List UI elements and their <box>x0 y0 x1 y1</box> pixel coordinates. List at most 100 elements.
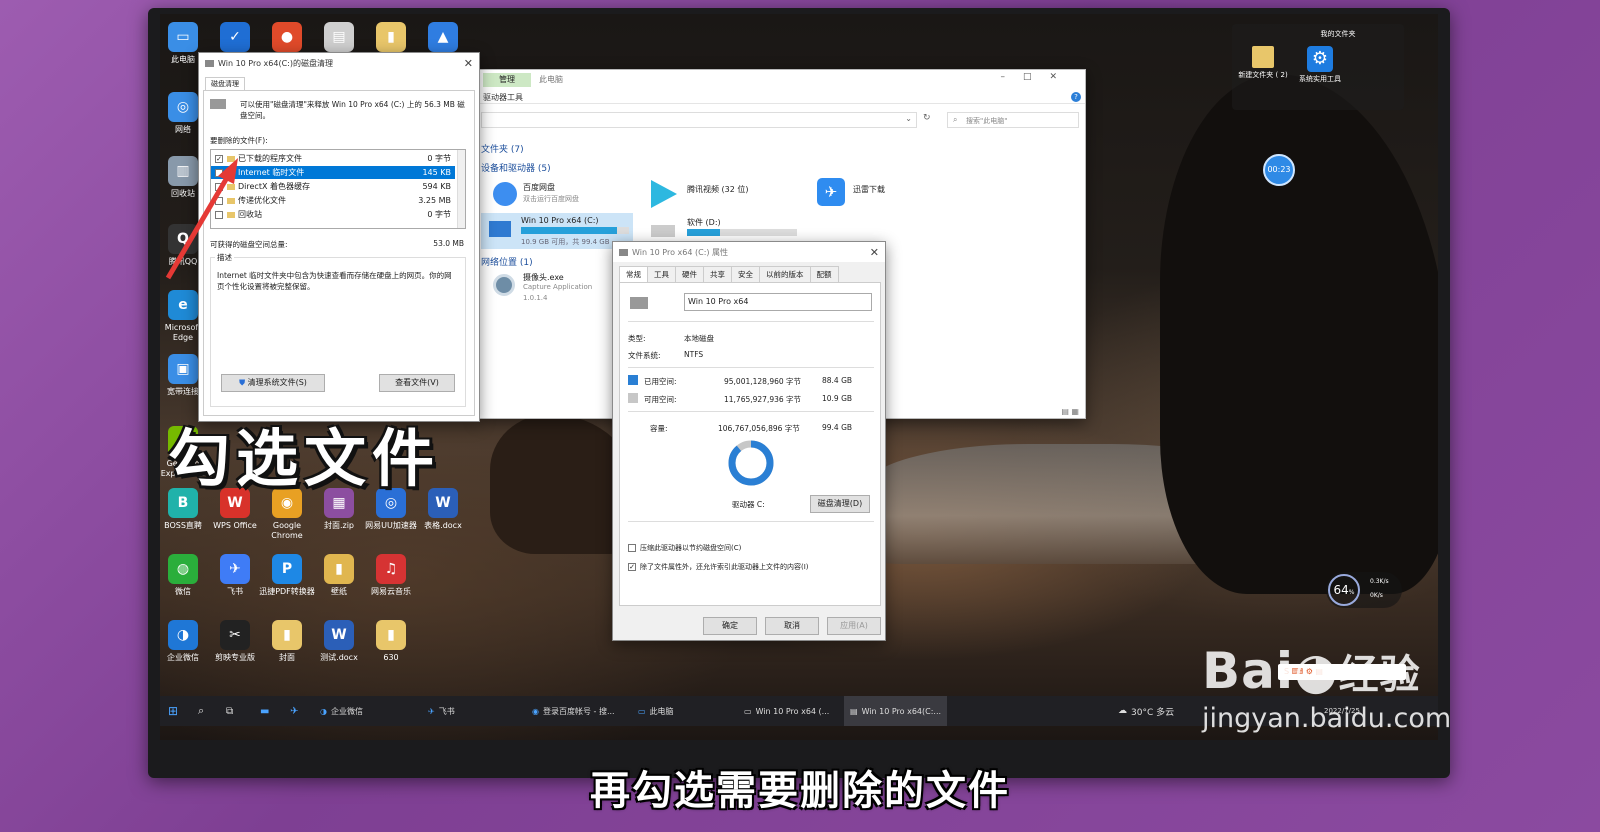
taskbar-item[interactable]: ◑ 企业微信 <box>320 696 363 726</box>
drive-name: 软件 (D:) <box>687 218 721 227</box>
desktop-icon-label: 壁纸 <box>331 587 347 596</box>
taskbar-item[interactable]: ✈ 飞书 <box>428 696 455 726</box>
index-checkbox[interactable]: ✓ <box>628 563 636 571</box>
tab-3[interactable]: 共享 <box>703 266 732 282</box>
desktop-icon[interactable]: ✓ <box>206 22 264 55</box>
help-icon[interactable]: ? <box>1071 92 1081 102</box>
chevron-down-icon[interactable]: ⌄ <box>905 114 912 123</box>
usage-donut-chart <box>728 440 774 486</box>
props-tabs: 常规 工具 硬件 共享 安全 以前的版本 配额 <box>619 266 839 282</box>
used-swatch <box>628 375 638 385</box>
cancel-button[interactable]: 取消 <box>765 617 819 635</box>
network-item-version: 1.0.1.4 <box>523 294 548 302</box>
desktop-icon[interactable]: ✂ 剪映专业版 <box>206 620 264 663</box>
taskbar-item[interactable]: ▭ 此电脑 <box>638 696 674 726</box>
tab-disk-cleanup[interactable]: 磁盘清理 <box>205 77 245 90</box>
disk-cleanup-button[interactable]: 磁盘清理(D) <box>810 495 870 513</box>
windows-start-icon[interactable]: ⊞ <box>168 696 178 726</box>
ribbon-drive-tools[interactable]: 驱动器工具 <box>483 92 523 103</box>
drive-name-input[interactable]: Win 10 Pro x64 <box>684 293 872 311</box>
desktop-icon[interactable]: ♫ 网易云音乐 <box>362 554 420 597</box>
list-scrollbar[interactable] <box>457 150 465 228</box>
desktop-icon[interactable]: ✈ 飞书 <box>206 554 264 597</box>
tab-2[interactable]: 硬件 <box>675 266 704 282</box>
taskbar-item[interactable]: ◉ 登录百度帐号 - 搜... <box>532 696 615 726</box>
desktop-icon[interactable]: ▤ <box>310 22 368 55</box>
search-icon[interactable]: ⌕ <box>198 696 204 726</box>
mail-icon[interactable]: ▬ <box>260 696 269 726</box>
search-input[interactable]: ⌕ 搜索"此电脑" <box>947 112 1079 128</box>
used-gb: 88.4 GB <box>822 376 853 385</box>
compress-checkbox[interactable] <box>628 544 636 552</box>
desktop-icon[interactable]: P 迅捷PDF转换器 <box>258 554 316 597</box>
weather-label: 30°C 多云 <box>1131 707 1175 718</box>
camera-icon <box>493 274 515 296</box>
desktop-screen: ▭ 此电脑 ◎ 网络 ▥ 回收站 Q 腾讯QQ e Microsoft Edge ▣ 宽带连接 G GeF… <box>160 14 1438 740</box>
file-size: 594 KB <box>422 182 451 191</box>
task-view-icon[interactable]: ⧉ <box>226 696 233 726</box>
device-baidu[interactable]: 百度网盘 双击运行百度网盘 <box>493 180 643 210</box>
app-icon: ◍ <box>168 554 198 584</box>
desktop-icon[interactable]: ▮ 630 <box>362 620 420 663</box>
desktop-icon-label: 网易UU加速器 <box>365 521 417 530</box>
desktop-icon[interactable]: ▮ <box>362 22 420 55</box>
tab-5[interactable]: 以前的版本 <box>759 266 811 282</box>
drive-c-item[interactable]: Win 10 Pro x64 (C:) 10.9 GB 可用，共 99.4 GB <box>481 213 633 249</box>
system-tools-label: 系统实用工具 <box>1299 75 1341 83</box>
desktop-icon[interactable]: W 测试.docx <box>310 620 368 663</box>
section-devices[interactable]: 设备和驱动器 (5) <box>481 161 551 174</box>
recording-timer: 00:23 <box>1263 154 1295 186</box>
index-option[interactable]: ✓ 除了文件属性外，还允许索引此驱动器上文件的内容(I) <box>628 562 809 572</box>
taskbar-item-active[interactable]: ▤ Win 10 Pro x64(C:... <box>844 696 948 726</box>
close-icon[interactable]: ✕ <box>464 57 473 70</box>
section-network[interactable]: 网络位置 (1) <box>481 255 533 268</box>
taskbar-item[interactable]: ▭ Win 10 Pro x64 (... <box>744 696 829 726</box>
divider <box>628 521 874 522</box>
desktop-icon[interactable]: ▲ <box>414 22 472 55</box>
app-icon: ▣ <box>168 354 198 384</box>
system-tools-item[interactable]: ⚙ 系统实用工具 <box>1292 46 1348 84</box>
used-bytes: 95,001,128,960 字节 <box>724 377 802 386</box>
ok-button[interactable]: 确定 <box>703 617 757 635</box>
divider <box>628 367 874 368</box>
device-sub: 双击运行百度网盘 <box>523 195 579 203</box>
refresh-icon[interactable]: ↻ <box>923 113 931 123</box>
red-arrow-annotation <box>165 158 238 280</box>
app-icon: ◎ <box>168 92 198 122</box>
wallpaper-rock <box>1160 74 1438 594</box>
app-icon: ▭ <box>168 22 198 52</box>
computer-icon: ▭ <box>638 706 646 716</box>
taskbar-item-label: 登录百度帐号 - 搜... <box>542 706 615 716</box>
tab-1[interactable]: 工具 <box>647 266 676 282</box>
desktop-icon[interactable]: ● <box>258 22 316 55</box>
close-icon[interactable]: ✕ <box>870 246 879 259</box>
desktop-icon[interactable]: ▮ 壁纸 <box>310 554 368 597</box>
apply-button[interactable]: 应用(A) <box>827 617 881 635</box>
compress-option[interactable]: 压缩此驱动器以节约磁盘空间(C) <box>628 543 741 553</box>
desktop-icon[interactable]: ◍ 微信 <box>160 554 212 597</box>
weather[interactable]: ☁ 30°C 多云 <box>1118 696 1174 726</box>
device-tencent-video[interactable]: 腾讯视频 (32 位) <box>651 180 801 210</box>
tencent-video-icon <box>651 180 677 208</box>
tab-4[interactable]: 安全 <box>731 266 760 282</box>
desktop-icon[interactable]: ◑ 企业微信 <box>160 620 212 663</box>
tab-0[interactable]: 常规 <box>619 266 648 282</box>
tab-6[interactable]: 配额 <box>809 266 839 282</box>
feishu-pinned-icon[interactable]: ✈ <box>290 696 298 726</box>
file-size: 145 KB <box>422 168 451 177</box>
my-folder-panel: 我的文件夹 新建文件夹 ( 2) ⚙ 系统实用工具 <box>1232 24 1404 110</box>
section-folders[interactable]: 文件夹 (7) <box>481 142 524 155</box>
tab-this-pc[interactable]: 此电脑 <box>539 74 563 85</box>
app-icon: ● <box>272 22 302 52</box>
upload-speed: 0.3K/s <box>1370 578 1389 585</box>
device-xunlei[interactable]: ✈ 迅雷下载 <box>817 178 967 208</box>
folder-icon-item[interactable]: 新建文件夹 ( 2) <box>1238 46 1288 80</box>
view-toggle-icon[interactable]: ▤ ▦ <box>1061 407 1079 416</box>
clean-system-files-button[interactable]: ⛊ 清理系统文件(S) <box>221 374 325 392</box>
arrow-shaft <box>165 174 231 280</box>
device-name: 迅雷下载 <box>853 185 885 194</box>
view-files-button[interactable]: 查看文件(V) <box>379 374 455 392</box>
tab-manage[interactable]: 管理 <box>483 73 531 87</box>
address-bar[interactable]: ⌄ <box>481 112 917 128</box>
desktop-icon[interactable]: ▮ 封面 <box>258 620 316 663</box>
